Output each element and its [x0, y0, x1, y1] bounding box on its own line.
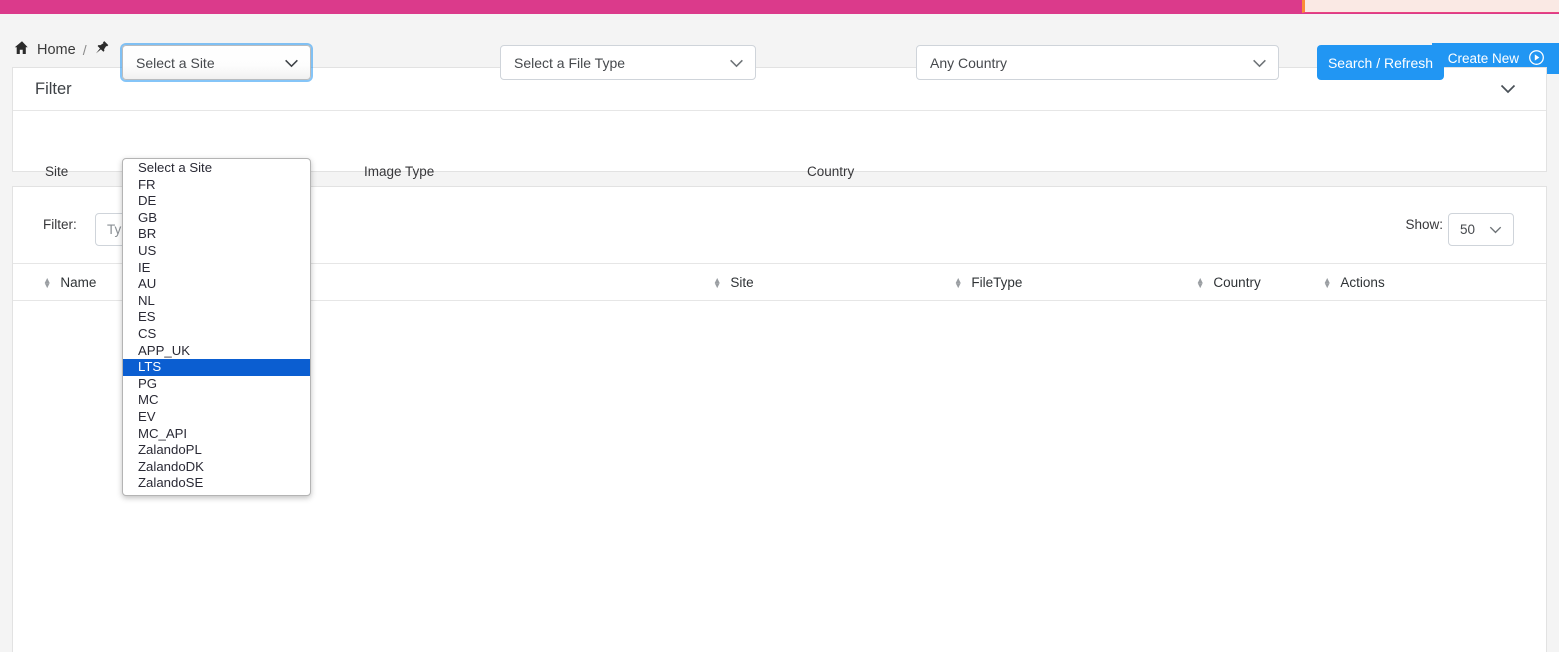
breadcrumb-home-link[interactable]: Home: [37, 42, 76, 58]
country-select-value: Any Country: [930, 54, 1008, 71]
image-type-select[interactable]: Select a File Type: [500, 45, 756, 80]
site-option-zalandose[interactable]: ZalandoSE: [123, 475, 310, 492]
column-header-name[interactable]: ▲ ▼ Name: [43, 275, 96, 290]
column-header-site-label: Site: [730, 275, 754, 290]
column-header-name-label: Name: [60, 275, 97, 290]
sort-icon: ▲ ▼: [1196, 274, 1205, 290]
site-option-lts[interactable]: LTS: [123, 359, 310, 376]
chevron-down-icon: [1489, 222, 1502, 237]
top-notice-panel: [1302, 0, 1559, 13]
site-option-zalandodk[interactable]: ZalandoDK: [123, 459, 310, 476]
column-header-actions[interactable]: ▲ ▼ Actions: [1323, 275, 1385, 290]
site-option-pg[interactable]: PG: [123, 376, 310, 393]
show-entries-value: 50: [1459, 222, 1476, 237]
sort-icon: ▲ ▼: [43, 274, 52, 290]
column-header-site[interactable]: ▲ ▼ Site: [713, 275, 754, 290]
image-type-select-value: Select a File Type: [514, 54, 626, 71]
column-header-country-label: Country: [1213, 275, 1261, 290]
site-option-ie[interactable]: IE: [123, 260, 310, 277]
home-icon[interactable]: [14, 40, 30, 60]
site-option-mc-api[interactable]: MC_API: [123, 426, 310, 443]
site-option-app-uk[interactable]: APP_UK: [123, 343, 310, 360]
site-option-ev[interactable]: EV: [123, 409, 310, 426]
chevron-down-icon: [284, 55, 299, 71]
site-select-value: Select a Site: [136, 54, 215, 71]
site-option-br[interactable]: BR: [123, 226, 310, 243]
site-option-mc[interactable]: MC: [123, 392, 310, 409]
sort-icon: ▲ ▼: [713, 274, 722, 290]
sort-icon: ▲ ▼: [954, 274, 963, 290]
site-option-es[interactable]: ES: [123, 309, 310, 326]
chevron-down-icon: [1252, 55, 1267, 71]
image-type-field-label: Image Type: [364, 164, 435, 179]
country-field-label: Country: [807, 164, 855, 179]
chevron-down-icon[interactable]: [1500, 81, 1516, 99]
site-option-au[interactable]: AU: [123, 276, 310, 293]
column-header-actions-label: Actions: [1340, 275, 1385, 290]
breadcrumb-separator: /: [82, 41, 87, 58]
column-header-country[interactable]: ▲ ▼ Country: [1196, 275, 1261, 290]
top-accent-bar: [0, 0, 1559, 14]
site-option-zalandopl[interactable]: ZalandoPL: [123, 442, 310, 459]
column-header-filetype-label: FileType: [971, 275, 1023, 290]
country-select[interactable]: Any Country: [916, 45, 1279, 80]
column-header-filetype[interactable]: ▲ ▼ FileType: [954, 275, 1022, 290]
site-field-label: Site: [45, 164, 69, 179]
filter-panel: Filter Site Image Type Country: [12, 67, 1547, 179]
chevron-down-icon: [729, 55, 744, 71]
sort-icon: ▲ ▼: [1323, 274, 1332, 290]
play-circle-icon: [1528, 49, 1545, 69]
site-option-de[interactable]: DE: [123, 193, 310, 210]
search-refresh-button[interactable]: Search / Refresh: [1317, 45, 1444, 80]
site-option-cs[interactable]: CS: [123, 326, 310, 343]
site-option-gb[interactable]: GB: [123, 210, 310, 227]
breadcrumb: Home /: [14, 40, 110, 60]
show-entries-label: Show:: [1405, 217, 1443, 232]
table-filter-label: Filter:: [43, 217, 77, 232]
show-entries-select[interactable]: 50: [1448, 213, 1514, 246]
create-new-label: Create New: [1447, 51, 1519, 66]
site-option-select a site[interactable]: Select a Site: [123, 160, 310, 177]
pin-icon[interactable]: [94, 40, 110, 60]
site-select-dropdown[interactable]: Select a Site FR DE GB BR US IE AU NL ES CS APP_UK L…: [122, 158, 311, 496]
site-option-us[interactable]: US: [123, 243, 310, 260]
site-select[interactable]: Select a Site: [122, 45, 311, 80]
filter-panel-title: Filter: [35, 79, 72, 98]
site-option-fr[interactable]: FR: [123, 177, 310, 194]
site-option-nl[interactable]: NL: [123, 293, 310, 310]
